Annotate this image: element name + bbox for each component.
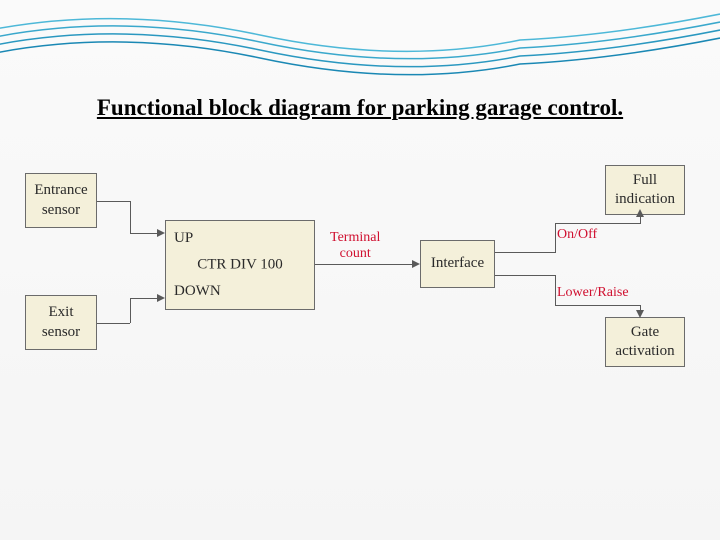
block-label: Exit sensor — [42, 303, 80, 342]
ctr-up-label: UP — [174, 229, 193, 249]
block-full-indication: Full indication — [605, 165, 685, 215]
block-ctr-div-100: UP CTR DIV 100 DOWN — [165, 220, 315, 310]
label-lower-raise: Lower/Raise — [557, 285, 629, 301]
arrow-icon — [157, 229, 165, 237]
block-exit-sensor: Exit sensor — [25, 295, 97, 350]
connector — [495, 252, 555, 253]
connector — [97, 201, 130, 202]
block-diagram: Entrance sensor Exit sensor UP CTR DIV 1… — [25, 165, 695, 405]
connector — [97, 323, 130, 324]
connector — [555, 223, 556, 253]
connector — [130, 201, 131, 233]
arrow-icon — [412, 260, 420, 268]
page-title: Functional block diagram for parking gar… — [97, 95, 623, 121]
arrow-icon — [636, 209, 644, 217]
wave-decoration — [0, 0, 720, 90]
block-label: Gate activation — [615, 323, 674, 362]
ctr-center-label: CTR DIV 100 — [197, 255, 283, 275]
connector — [495, 275, 555, 276]
arrow-icon — [636, 310, 644, 318]
block-label: Entrance sensor — [34, 181, 87, 220]
block-label: Interface — [431, 254, 484, 274]
connector — [130, 233, 158, 234]
label-on-off: On/Off — [557, 227, 597, 243]
arrow-icon — [157, 294, 165, 302]
block-gate-activation: Gate activation — [605, 317, 685, 367]
label-terminal-count: Terminal count — [330, 230, 380, 262]
connector — [315, 264, 413, 265]
connector — [130, 298, 158, 299]
block-interface: Interface — [420, 240, 495, 288]
connector — [555, 223, 640, 224]
block-label: Full indication — [615, 171, 675, 210]
block-entrance-sensor: Entrance sensor — [25, 173, 97, 228]
connector — [555, 305, 640, 306]
connector — [555, 275, 556, 305]
connector — [130, 298, 131, 323]
ctr-down-label: DOWN — [174, 282, 221, 302]
